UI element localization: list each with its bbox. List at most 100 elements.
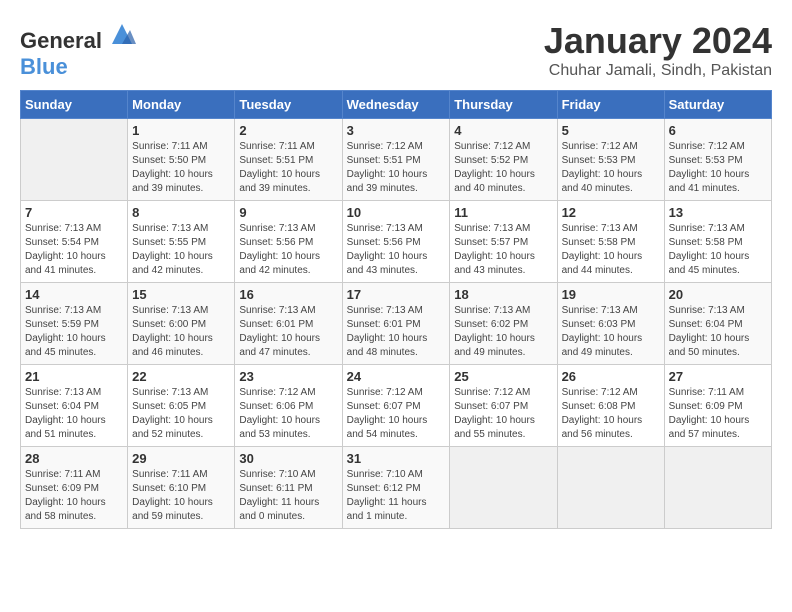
day-info: Sunrise: 7:13 AMSunset: 5:54 PMDaylight:… [25,222,123,278]
header-day-monday: Monday [128,91,235,119]
calendar-cell: 15 Sunrise: 7:13 AMSunset: 6:00 PMDayligh… [128,283,235,365]
header-day-wednesday: Wednesday [342,91,450,119]
header-day-friday: Friday [557,91,664,119]
day-info: Sunrise: 7:13 AMSunset: 6:00 PMDaylight:… [132,304,230,360]
calendar-cell: 20Sunrise: 7:13 AMSunset: 6:04 PMDayligh… [664,283,771,365]
day-number: 21 [25,369,123,384]
day-number: 19 [562,287,660,302]
day-info: Sunrise: 7:13 AMSunset: 5:55 PMDaylight:… [132,222,230,278]
day-number: 4 [454,123,552,138]
day-info: Sunrise: 7:13 AMSunset: 5:58 PMDaylight:… [669,222,767,278]
calendar-cell: 30 Sunrise: 7:10 AMSunset: 6:11 PMDayligh… [235,447,342,529]
day-info: Sunrise: 7:12 AMSunset: 5:51 PMDaylight:… [347,140,446,196]
calendar-cell: 31 Sunrise: 7:10 AMSunset: 6:12 PMDayligh… [342,447,450,529]
calendar-cell: 2Sunrise: 7:11 AMSunset: 5:51 PMDaylight… [235,119,342,201]
day-number: 25 [454,369,552,384]
day-info: Sunrise: 7:13 AMSunset: 6:04 PMDaylight:… [25,386,123,442]
calendar-week-3: 14 Sunrise: 7:13 AMSunset: 5:59 PMDayligh… [21,283,772,365]
day-number: 9 [239,205,337,220]
day-info: Sunrise: 7:11 AMSunset: 6:09 PMDaylight:… [25,468,123,524]
day-info: Sunrise: 7:12 AMSunset: 6:08 PMDaylight:… [562,386,660,442]
calendar-cell: 8 Sunrise: 7:13 AMSunset: 5:55 PMDaylight… [128,201,235,283]
calendar-cell: 21 Sunrise: 7:13 AMSunset: 6:04 PMDayligh… [21,365,128,447]
calendar-table: SundayMondayTuesdayWednesdayThursdayFrid… [20,90,772,529]
calendar-cell: 4 Sunrise: 7:12 AMSunset: 5:52 PMDaylight… [450,119,557,201]
day-info: Sunrise: 7:12 AMSunset: 6:07 PMDaylight:… [454,386,552,442]
calendar-cell: 24Sunrise: 7:12 AMSunset: 6:07 PMDayligh… [342,365,450,447]
day-number: 1 [132,123,230,138]
calendar-cell [557,447,664,529]
day-info: Sunrise: 7:13 AMSunset: 5:56 PMDaylight:… [239,222,337,278]
day-number: 7 [25,205,123,220]
calendar-cell [664,447,771,529]
calendar-cell: 7 Sunrise: 7:13 AMSunset: 5:54 PMDaylight… [21,201,128,283]
calendar-cell: 27 Sunrise: 7:11 AMSunset: 6:09 PMDayligh… [664,365,771,447]
calendar-cell: 29 Sunrise: 7:11 AMSunset: 6:10 PMDayligh… [128,447,235,529]
calendar-cell: 19 Sunrise: 7:13 AMSunset: 6:03 PMDayligh… [557,283,664,365]
day-number: 23 [239,369,337,384]
day-number: 14 [25,287,123,302]
day-info: Sunrise: 7:12 AMSunset: 5:53 PMDaylight:… [562,140,660,196]
day-number: 31 [347,451,446,466]
day-info: Sunrise: 7:11 AMSunset: 6:09 PMDaylight:… [669,386,767,442]
header-day-thursday: Thursday [450,91,557,119]
day-number: 12 [562,205,660,220]
calendar-cell: 6Sunrise: 7:12 AMSunset: 5:53 PMDaylight… [664,119,771,201]
calendar-week-2: 7 Sunrise: 7:13 AMSunset: 5:54 PMDaylight… [21,201,772,283]
calendar-header-row: SundayMondayTuesdayWednesdayThursdayFrid… [21,91,772,119]
day-number: 26 [562,369,660,384]
header-day-sunday: Sunday [21,91,128,119]
day-info: Sunrise: 7:13 AMSunset: 6:03 PMDaylight:… [562,304,660,360]
day-info: Sunrise: 7:13 AMSunset: 5:59 PMDaylight:… [25,304,123,360]
day-info: Sunrise: 7:11 AMSunset: 5:50 PMDaylight:… [132,140,230,196]
day-number: 8 [132,205,230,220]
calendar-cell: 5 Sunrise: 7:12 AMSunset: 5:53 PMDaylight… [557,119,664,201]
logo-general: General [20,28,102,53]
day-number: 22 [132,369,230,384]
calendar-week-5: 28 Sunrise: 7:11 AMSunset: 6:09 PMDayligh… [21,447,772,529]
day-number: 20 [669,287,767,302]
day-info: Sunrise: 7:10 AMSunset: 6:12 PMDaylight:… [347,468,446,524]
calendar-cell: 3 Sunrise: 7:12 AMSunset: 5:51 PMDaylight… [342,119,450,201]
day-info: Sunrise: 7:10 AMSunset: 6:11 PMDaylight:… [239,468,337,524]
month-title: January 2024 [544,20,772,62]
day-info: Sunrise: 7:13 AMSunset: 5:58 PMDaylight:… [562,222,660,278]
logo-text: General Blue [20,20,136,80]
day-info: Sunrise: 7:12 AMSunset: 6:06 PMDaylight:… [239,386,337,442]
day-number: 17 [347,287,446,302]
calendar-cell: 9 Sunrise: 7:13 AMSunset: 5:56 PMDaylight… [235,201,342,283]
calendar-cell: 25 Sunrise: 7:12 AMSunset: 6:07 PMDayligh… [450,365,557,447]
day-info: Sunrise: 7:13 AMSunset: 6:05 PMDaylight:… [132,386,230,442]
day-number: 3 [347,123,446,138]
calendar-cell [21,119,128,201]
day-number: 29 [132,451,230,466]
calendar-cell: 11Sunrise: 7:13 AMSunset: 5:57 PMDayligh… [450,201,557,283]
day-info: Sunrise: 7:13 AMSunset: 6:01 PMDaylight:… [239,304,337,360]
day-info: Sunrise: 7:13 AMSunset: 5:57 PMDaylight:… [454,222,552,278]
day-info: Sunrise: 7:13 AMSunset: 5:56 PMDaylight:… [347,222,446,278]
day-number: 13 [669,205,767,220]
day-number: 16 [239,287,337,302]
header: General Blue January 2024 Chuhar Jamali,… [20,20,772,80]
calendar-week-4: 21 Sunrise: 7:13 AMSunset: 6:04 PMDayligh… [21,365,772,447]
day-info: Sunrise: 7:12 AMSunset: 5:53 PMDaylight:… [669,140,767,196]
day-number: 27 [669,369,767,384]
calendar-week-1: 1 Sunrise: 7:11 AMSunset: 5:50 PMDaylight… [21,119,772,201]
location-title: Chuhar Jamali, Sindh, Pakistan [544,62,772,80]
day-number: 2 [239,123,337,138]
day-number: 28 [25,451,123,466]
day-info: Sunrise: 7:13 AMSunset: 6:02 PMDaylight:… [454,304,552,360]
day-number: 5 [562,123,660,138]
calendar-cell: 13 Sunrise: 7:13 AMSunset: 5:58 PMDayligh… [664,201,771,283]
calendar-cell: 10Sunrise: 7:13 AMSunset: 5:56 PMDayligh… [342,201,450,283]
day-number: 30 [239,451,337,466]
header-day-saturday: Saturday [664,91,771,119]
day-info: Sunrise: 7:12 AMSunset: 5:52 PMDaylight:… [454,140,552,196]
calendar-cell: 26 Sunrise: 7:12 AMSunset: 6:08 PMDayligh… [557,365,664,447]
calendar-cell: 1 Sunrise: 7:11 AMSunset: 5:50 PMDaylight… [128,119,235,201]
day-number: 15 [132,287,230,302]
calendar-cell: 28 Sunrise: 7:11 AMSunset: 6:09 PMDayligh… [21,447,128,529]
day-info: Sunrise: 7:11 AMSunset: 6:10 PMDaylight:… [132,468,230,524]
logo-blue: Blue [20,54,68,79]
calendar-cell: 23 Sunrise: 7:12 AMSunset: 6:06 PMDayligh… [235,365,342,447]
